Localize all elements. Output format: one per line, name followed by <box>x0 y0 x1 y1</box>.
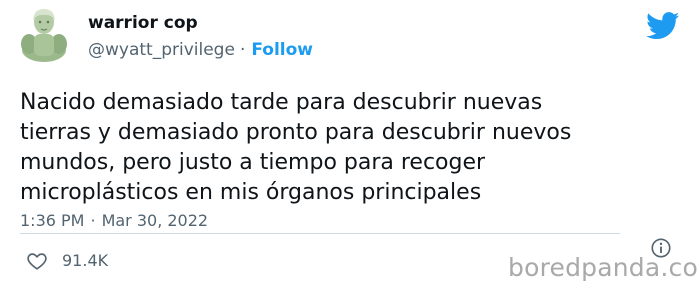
avatar[interactable] <box>20 6 68 66</box>
timestamp-separator: · <box>90 211 96 230</box>
follow-button[interactable]: Follow <box>251 40 313 60</box>
twitter-bird-icon[interactable] <box>646 12 680 40</box>
user-handle[interactable]: @wyatt_privilege <box>88 40 235 60</box>
tweet-card: warrior cop @wyatt_privilege · Follow Naci… <box>0 0 700 288</box>
like-count: 91.4K <box>62 251 109 270</box>
divider <box>20 233 620 234</box>
heart-icon[interactable] <box>26 250 48 272</box>
tweet-text: Nacido demasiado tarde para descubrir nu… <box>20 90 572 205</box>
watermark: boredpanda.com <box>508 253 700 282</box>
like-button[interactable]: 91.4K <box>26 250 108 272</box>
handle-row: @wyatt_privilege · Follow <box>88 39 313 61</box>
tweet-time: 1:36 PM <box>20 211 85 230</box>
tweet-timestamp[interactable]: 1:36 PM · Mar 30, 2022 <box>20 210 208 232</box>
handle-separator: · <box>239 40 246 60</box>
tweet-date: Mar 30, 2022 <box>101 211 209 230</box>
tweet-header: warrior cop @wyatt_privilege · Follow <box>88 12 313 61</box>
display-name[interactable]: warrior cop <box>88 12 313 34</box>
